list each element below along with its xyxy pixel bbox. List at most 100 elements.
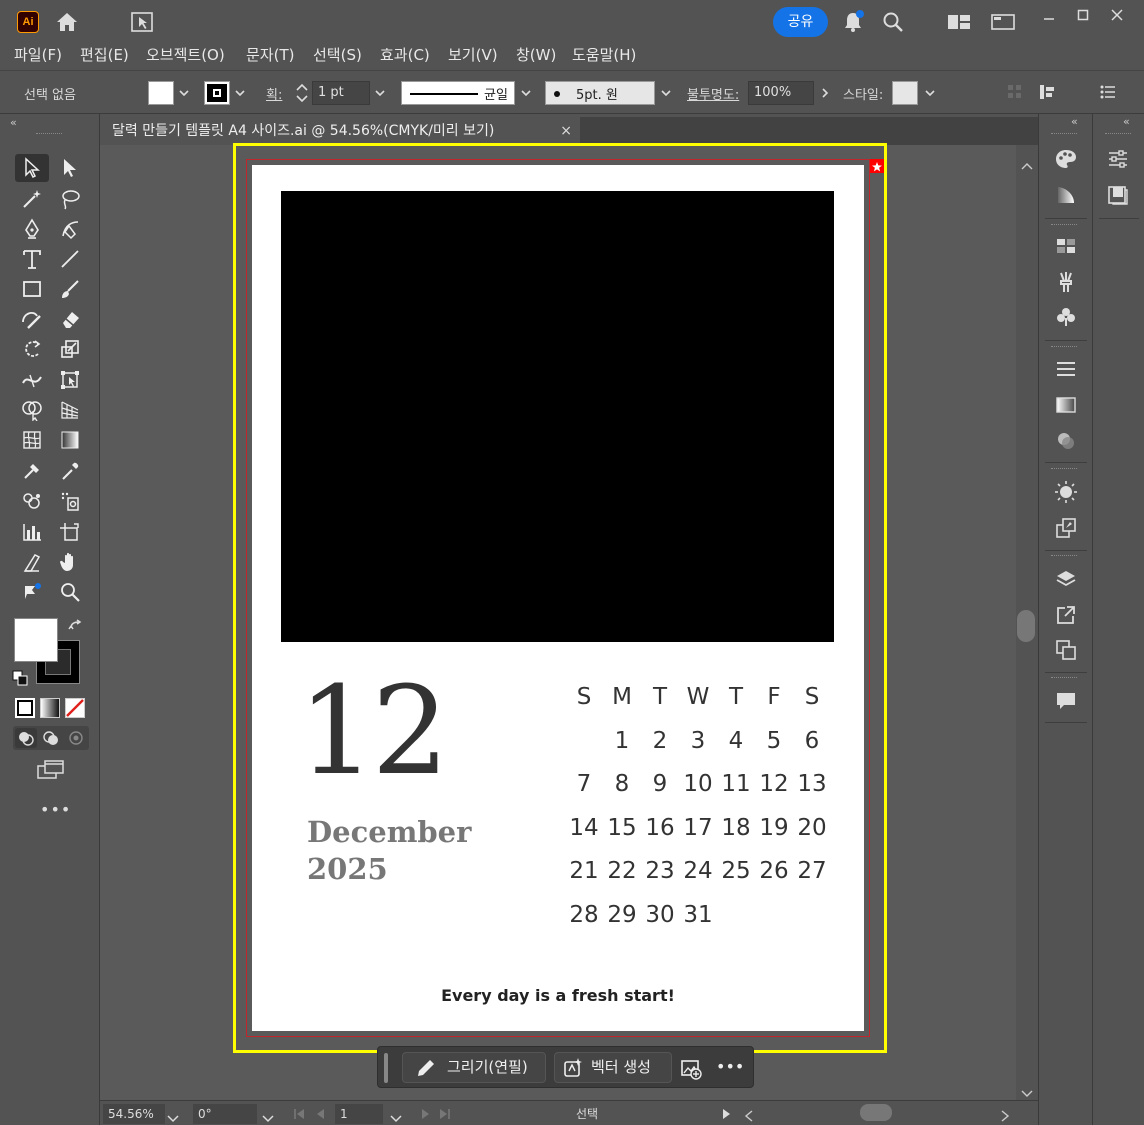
magic-wand-tool-icon[interactable] [15, 185, 49, 213]
lasso-tool-icon[interactable] [53, 185, 87, 213]
document-tab[interactable]: 달력 만들기 템플릿 A4 사이즈.ai @ 54.56%(CMYK/미리 보기… [100, 117, 580, 145]
mesh-tool-icon[interactable] [15, 426, 49, 454]
share-button[interactable]: 공유 [773, 7, 828, 37]
color-mode-icon[interactable] [15, 698, 35, 718]
dock-grip[interactable] [1051, 133, 1077, 137]
fill-swatch[interactable] [148, 81, 174, 105]
paintbrush-tool-icon[interactable] [53, 275, 87, 303]
bell-icon[interactable] [840, 9, 866, 35]
collapse-toolbar-icon[interactable]: « [10, 116, 17, 129]
color-guide-panel-icon[interactable] [1051, 180, 1081, 210]
collapse-properties-icon[interactable]: « [1123, 115, 1130, 128]
edit-toolbar-icon[interactable]: ••• [40, 800, 71, 819]
rotate-tool-icon[interactable] [15, 335, 49, 363]
toolbar-grip[interactable] [36, 133, 62, 137]
puppet-warp-tool-icon[interactable] [15, 578, 49, 606]
column-graph-tool-icon[interactable] [15, 518, 49, 546]
transform-icon[interactable] [1038, 83, 1060, 105]
restore-button[interactable] [1068, 4, 1098, 26]
add-image-icon[interactable] [680, 1058, 702, 1084]
free-transform-tool-icon[interactable] [53, 366, 87, 394]
gradient-tool-icon[interactable] [53, 426, 87, 454]
menu-file[interactable]: 파일(F) [14, 44, 62, 65]
fill-dropdown[interactable] [174, 81, 194, 105]
fill-color-swatch[interactable] [14, 618, 58, 662]
menu-type[interactable]: 문자(T) [246, 44, 294, 65]
stroke-swatch[interactable] [204, 81, 230, 105]
rotation-dropdown-icon[interactable] [262, 1108, 274, 1125]
status-menu-arrow-icon[interactable] [720, 1106, 732, 1125]
stroke-weight-stepper[interactable] [292, 81, 312, 105]
menu-help[interactable]: 도움말(H) [572, 44, 636, 65]
stroke-panel-icon[interactable] [1051, 354, 1081, 384]
stroke-dropdown[interactable] [230, 81, 250, 105]
eyedropper-tool-icon[interactable] [53, 457, 87, 485]
transparency-panel-icon[interactable] [1051, 426, 1081, 456]
minimize-button[interactable] [1034, 4, 1064, 26]
stroke-profile-dropdown[interactable] [516, 81, 536, 105]
artboards-panel-icon[interactable] [1051, 635, 1081, 665]
draw-pencil-button[interactable]: 그리기(연필) [402, 1052, 546, 1083]
rotation-input[interactable]: 0° [193, 1104, 257, 1124]
scale-tool-icon[interactable] [53, 335, 87, 363]
next-artboard-icon[interactable] [418, 1106, 432, 1125]
collapse-dock-icon[interactable]: « [1071, 115, 1078, 128]
export-asset-panel-icon[interactable] [1051, 600, 1081, 630]
artboard-index-input[interactable]: 1 [335, 1104, 383, 1124]
previous-artboard-icon[interactable] [314, 1106, 328, 1125]
gradient-mode-icon[interactable] [40, 698, 60, 718]
stroke-weight-dropdown[interactable] [370, 81, 390, 105]
zoom-tool-icon[interactable] [53, 578, 87, 606]
style-dropdown[interactable] [920, 81, 940, 105]
artboard-dropdown-icon[interactable] [390, 1108, 402, 1125]
workspace-icon[interactable] [946, 9, 972, 35]
width-tool-icon[interactable] [15, 366, 49, 394]
close-tab-icon[interactable]: × [560, 117, 572, 145]
symbols-panel-icon[interactable] [1051, 302, 1081, 332]
perspective-grid-tool-icon[interactable] [53, 396, 87, 424]
appearance-panel-icon[interactable] [1051, 477, 1081, 507]
shape-builder-tool-icon[interactable] [15, 396, 49, 424]
symbol-sprayer-tool-icon[interactable] [15, 487, 49, 515]
swap-fill-stroke-icon[interactable] [68, 619, 84, 639]
menu-window[interactable]: 창(W) [516, 44, 556, 65]
screen-mode-icon[interactable] [36, 758, 66, 786]
last-artboard-icon[interactable] [438, 1106, 452, 1125]
home-icon[interactable] [54, 9, 80, 35]
blend-tool-icon[interactable] [15, 457, 49, 485]
first-artboard-icon[interactable] [292, 1106, 306, 1125]
align-grid-icon[interactable] [1006, 83, 1024, 105]
close-window-button[interactable] [1102, 4, 1132, 26]
draw-inside-icon[interactable] [65, 728, 87, 748]
selection-tool-icon[interactable] [15, 154, 49, 182]
menu-view[interactable]: 보기(V) [448, 44, 498, 65]
comments-panel-icon[interactable] [1051, 686, 1081, 716]
draw-normal-icon[interactable] [15, 728, 37, 748]
opacity-label[interactable]: 불투명도: [687, 84, 739, 103]
brushes-panel-icon[interactable] [1051, 267, 1081, 297]
line-segment-tool-icon[interactable] [53, 245, 87, 273]
opacity-arrow[interactable] [815, 81, 835, 105]
artboard-tool-icon[interactable] [53, 518, 87, 546]
graphic-style-swatch[interactable] [892, 81, 918, 105]
opacity-input[interactable]: 100% [748, 81, 814, 105]
live-paint-tool-icon[interactable] [53, 487, 87, 515]
hand-tool-icon[interactable] [53, 548, 87, 576]
scroll-right-icon[interactable] [1000, 1107, 1010, 1125]
gradient-panel-icon[interactable] [1051, 390, 1081, 420]
vertical-scroll-thumb[interactable] [1017, 610, 1035, 642]
menu-select[interactable]: 선택(S) [313, 44, 362, 65]
none-mode-icon[interactable] [65, 698, 85, 718]
stroke-profile-select[interactable]: 균일 [401, 81, 515, 105]
scroll-up-icon[interactable] [1021, 155, 1033, 174]
shaper-tool-icon[interactable] [15, 305, 49, 333]
panel-icon[interactable] [990, 9, 1016, 35]
type-tool-icon[interactable] [15, 245, 49, 273]
pen-tool-icon[interactable] [15, 215, 49, 243]
color-panel-icon[interactable] [1051, 144, 1081, 174]
stroke-label[interactable]: 획: [266, 84, 282, 103]
menu-object[interactable]: 오브젝트(O) [146, 44, 225, 65]
brush-select[interactable]: 5pt. 원 [545, 81, 655, 105]
properties-panel-icon[interactable] [1103, 144, 1133, 174]
direct-selection-tool-icon[interactable] [53, 154, 87, 182]
